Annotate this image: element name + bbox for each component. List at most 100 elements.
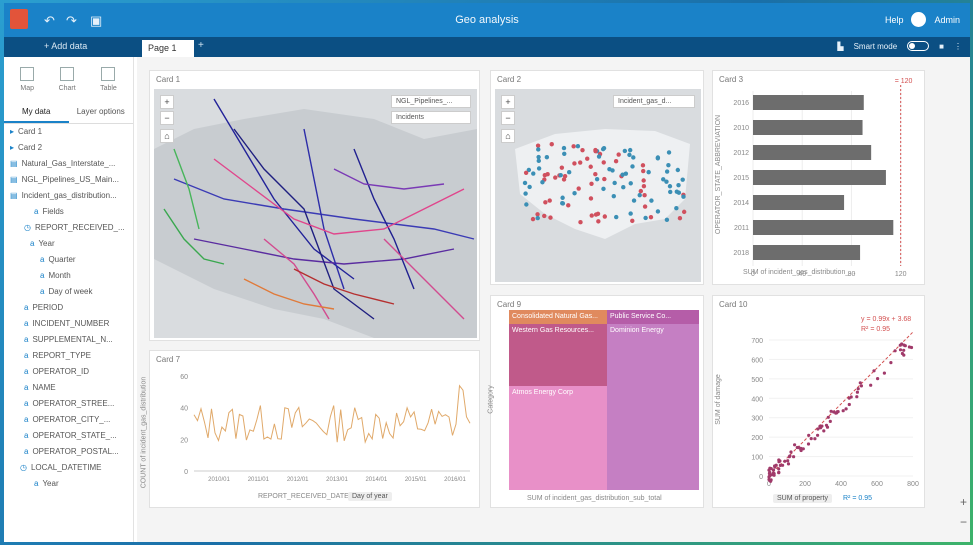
card-2[interactable]: Card 2 + − ⌂ Incident_gas_d... xyxy=(490,70,704,285)
user-name[interactable]: Admin xyxy=(934,15,960,25)
x-axis-label[interactable]: SUM of property xyxy=(773,494,832,503)
pipeline-map[interactable]: + − ⌂ NGL_Pipelines_... Incidents xyxy=(154,89,477,338)
card-1[interactable]: Card 1 + − ⌂ NGL_Pipelines_... Incidents xyxy=(149,70,480,341)
user-area[interactable]: Help Admin xyxy=(885,12,960,27)
incident-point xyxy=(641,183,647,189)
r-squared-toggle[interactable]: R² = 0.95 xyxy=(843,495,872,502)
sidebar-item[interactable]: ▸ Card 2 xyxy=(4,140,133,156)
sidebar-item[interactable]: a PERIOD xyxy=(4,300,133,316)
sidebar-item[interactable]: a SUPPLEMENTAL_N... xyxy=(4,332,133,348)
incident-point xyxy=(674,189,680,194)
x-axis-label[interactable]: SUM of incident_gas_distribution_sub_tot… xyxy=(527,495,662,502)
card-title: Card 1 xyxy=(156,75,181,84)
zoom-in-button[interactable]: + xyxy=(501,95,515,109)
field-icon: a xyxy=(40,287,45,296)
x-axis-label[interactable]: REPORT_RECEIVED_DATE xyxy=(258,493,349,500)
sidebar-tab[interactable]: My data xyxy=(4,102,69,123)
sidebar-item[interactable]: a Month xyxy=(4,268,133,284)
card-10[interactable]: Card 10 700 600 500 400 300 200 100 0 0 200 400 600… xyxy=(712,295,925,508)
bar-chart[interactable]: 0 40 80 1202016201020122015201420112018= 12… xyxy=(713,71,926,286)
x-axis-label[interactable]: SUM of incident_gas_distribution_... xyxy=(743,269,855,276)
map-legend-1[interactable]: NGL_Pipelines_... xyxy=(391,95,471,108)
sidebar-item-label: Fields xyxy=(42,207,64,216)
scatter-point xyxy=(822,429,826,433)
zoom-in-button[interactable]: + xyxy=(160,95,174,109)
y-tick-label: 2010 xyxy=(733,125,749,132)
sidebar-item-label: NGL_Pipelines_US_Main... xyxy=(21,175,119,184)
sidebar-tool-table[interactable]: Table xyxy=(100,67,117,92)
incident-point xyxy=(601,160,606,165)
y-axis-label[interactable]: COUNT of incident_gas_distribution xyxy=(140,377,147,489)
layout-icon[interactable]: ■ xyxy=(939,42,944,51)
sidebar-item[interactable]: a INCIDENT_NUMBER xyxy=(4,316,133,332)
triangle-icon: ▸ xyxy=(10,127,15,136)
card-3[interactable]: Card 3 0 40 80 120 2016 2010 2012 2015 2014 2011 2… xyxy=(712,70,925,285)
sidebar-item[interactable]: a OPERATOR_STATE_... xyxy=(4,428,133,444)
sidebar-tool-chart[interactable]: Chart xyxy=(59,67,76,92)
map-legend[interactable]: Incident_gas_d... xyxy=(613,95,695,108)
home-icon[interactable]: ⌂ xyxy=(160,129,174,143)
tabbar-right-tools: ▙ Smart mode ■ ⋮ xyxy=(837,41,962,51)
home-icon[interactable]: ⌂ xyxy=(501,129,515,143)
incident-point xyxy=(522,180,528,186)
sidebar-tool-map[interactable]: Map xyxy=(20,67,35,92)
bar xyxy=(753,120,863,135)
sidebar-item[interactable]: a Fields xyxy=(4,204,133,220)
treemap-cell[interactable]: Western Gas Resources... xyxy=(509,324,607,386)
zoom-out-button[interactable]: − xyxy=(160,111,174,125)
incident-point xyxy=(572,191,577,196)
interval-dropdown[interactable]: Day of year xyxy=(348,492,392,501)
sidebar-item[interactable]: a OPERATOR_POSTAL... xyxy=(4,444,133,460)
add-data-button[interactable]: + Add data xyxy=(44,41,87,51)
treemap-area[interactable]: Consolidated Natural Gas... Western Gas R… xyxy=(509,310,699,490)
avatar[interactable] xyxy=(911,12,927,27)
scatter-chart[interactable]: 70060050040030020010000 200 400 600 800 xyxy=(713,296,926,509)
help-menu[interactable]: Help xyxy=(885,15,904,25)
sidebar-item[interactable]: a Day of week xyxy=(4,284,133,300)
map-legend-2[interactable]: Incidents xyxy=(391,111,471,124)
treemap-cell[interactable]: Dominion Energy xyxy=(607,324,699,490)
filter-icon[interactable]: ▙ xyxy=(837,42,843,51)
zoom-out-icon[interactable]: − xyxy=(960,515,967,529)
card-9[interactable]: Card 9 Consolidated Natural Gas... Wester… xyxy=(488,295,704,508)
incident-point xyxy=(562,151,567,156)
sidebar-item[interactable]: ◷ REPORT_RECEIVED_... xyxy=(4,220,133,236)
sidebar-item[interactable]: ◷ LOCAL_DATETIME xyxy=(4,460,133,476)
incident-map[interactable]: + − ⌂ Incident_gas_d... xyxy=(495,89,701,282)
x-tick-label: 2011/01 xyxy=(248,477,270,483)
sidebar-item[interactable]: ▤ NGL_Pipelines_US_Main... xyxy=(4,172,133,188)
sidebar-item[interactable]: ▤ Natural_Gas_Interstate_... xyxy=(4,156,133,172)
zoom-in-icon[interactable]: + xyxy=(960,495,967,509)
x-tick-label: 400 xyxy=(835,481,847,488)
bar xyxy=(753,95,864,110)
sidebar-item[interactable]: a Year xyxy=(4,236,133,252)
sidebar-item-label: Card 1 xyxy=(18,127,43,136)
sidebar-item[interactable]: a Year xyxy=(4,476,133,492)
treemap-cell[interactable]: Atmos Energy Corp xyxy=(509,386,607,490)
sidebar-item-label: Month xyxy=(48,271,71,280)
sidebar-item[interactable]: a REPORT_TYPE xyxy=(4,348,133,364)
scatter-point xyxy=(768,466,772,470)
y-axis-label[interactable]: Category xyxy=(488,385,495,413)
incident-point xyxy=(596,154,602,159)
sidebar-item[interactable]: a OPERATOR_CITY_... xyxy=(4,412,133,428)
add-page-button[interactable]: + xyxy=(198,40,204,51)
incident-point xyxy=(649,198,654,203)
sidebar-item[interactable]: a OPERATOR_ID xyxy=(4,364,133,380)
zoom-out-button[interactable]: − xyxy=(501,111,515,125)
sidebar-tab[interactable]: Layer options xyxy=(69,102,134,123)
y-axis-label[interactable]: SUM of damage xyxy=(715,374,722,425)
line-chart[interactable]: 60 40 20 0 2010/01 2011/01 2012/01 2013/01 2014/… xyxy=(150,351,481,509)
sidebar-item[interactable]: ▤ Incident_gas_distribution... xyxy=(4,188,133,204)
more-icon[interactable]: ⋮ xyxy=(954,42,962,51)
card-7[interactable]: Card 7 60 40 20 0 2010/01 2011/01 2012/01 2013/… xyxy=(140,350,481,509)
sidebar-item[interactable]: a OPERATOR_STREE... xyxy=(4,396,133,412)
treemap-cell[interactable]: Public Service Co... xyxy=(607,310,699,324)
sidebar-item[interactable]: a Quarter xyxy=(4,252,133,268)
tab-page-1[interactable]: Page 1 xyxy=(142,40,194,57)
sidebar-item[interactable]: a NAME xyxy=(4,380,133,396)
sidebar-item[interactable]: ▸ Card 1 xyxy=(4,124,133,140)
y-axis-label[interactable]: OPERATOR_STATE_ABBREVIATION xyxy=(715,115,722,234)
treemap-cell[interactable]: Consolidated Natural Gas... xyxy=(509,310,607,324)
smart-mode-toggle[interactable] xyxy=(907,41,930,51)
